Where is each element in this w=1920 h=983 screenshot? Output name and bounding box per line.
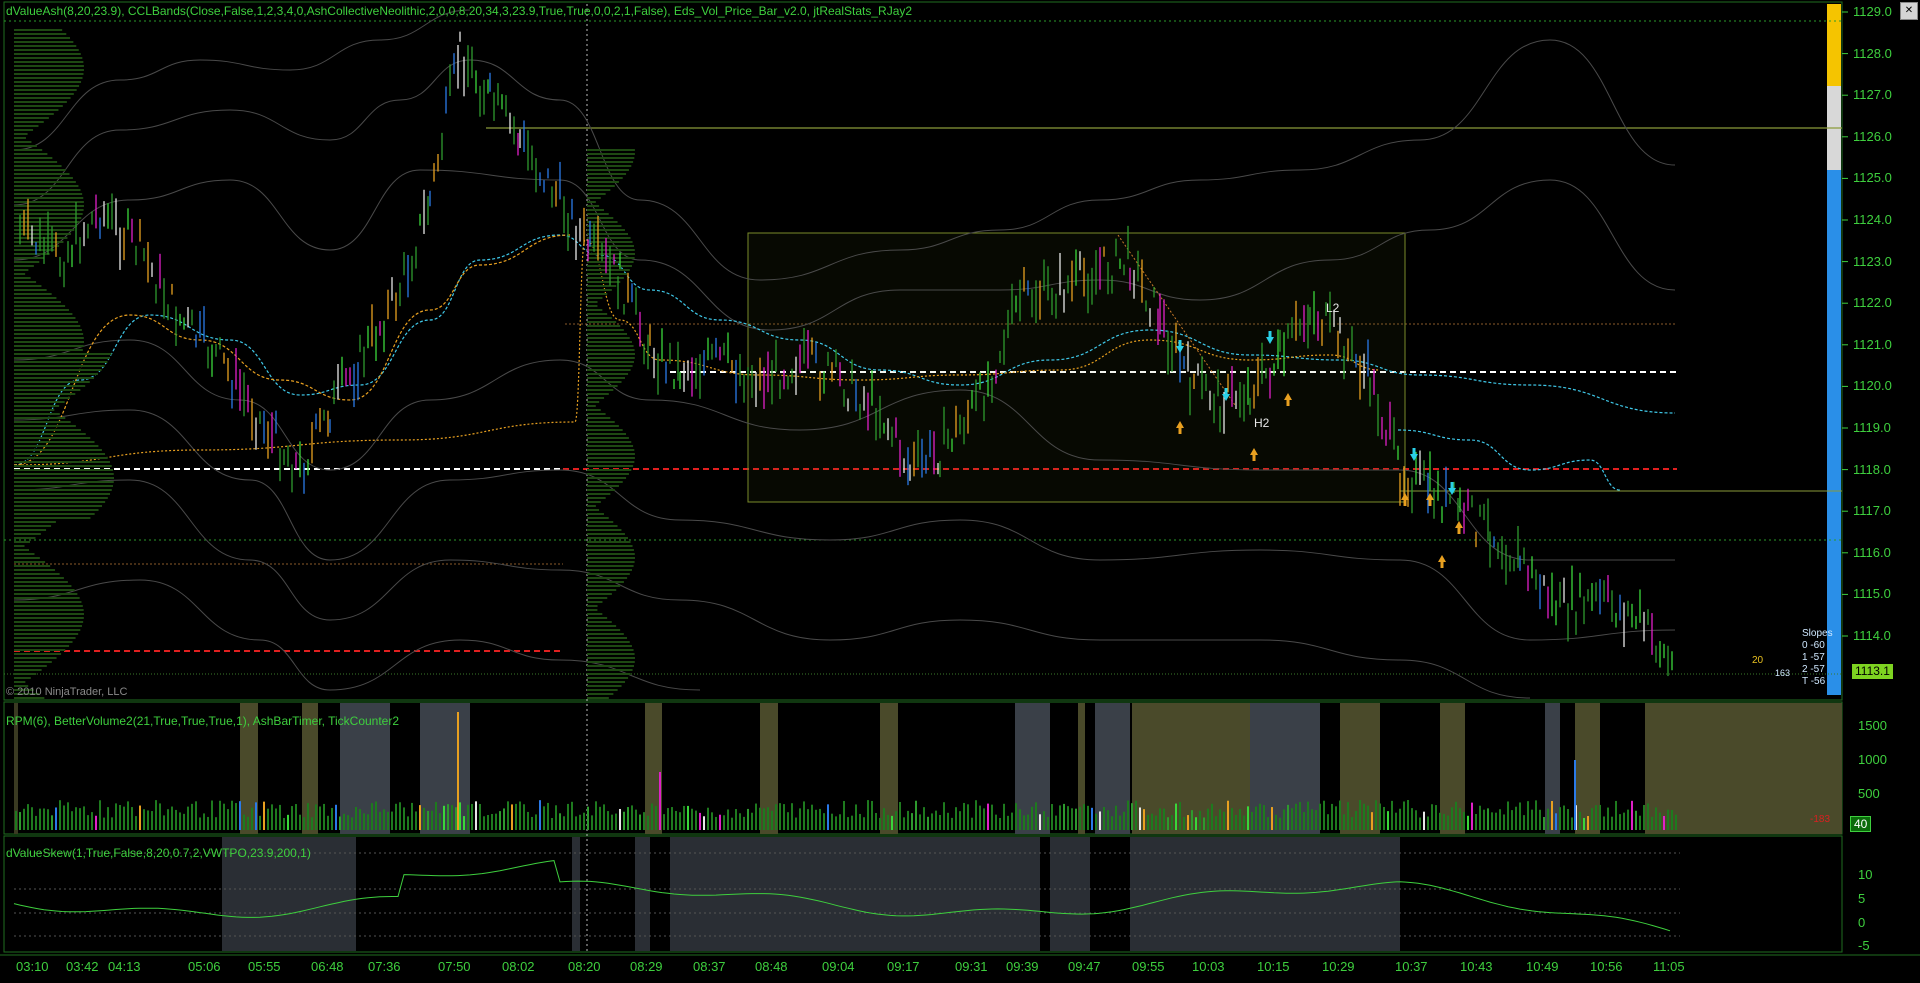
chart-canvas[interactable] bbox=[0, 0, 1920, 983]
slopes-row: 1 -57 bbox=[1802, 652, 1825, 663]
price-axis-tick: 1118.0 bbox=[1853, 461, 1891, 477]
slopes-box: Slopes 0 -60 1 -57 2 -57 T -56 bbox=[1802, 628, 1833, 688]
price-axis-tick: 1129.0 bbox=[1853, 4, 1892, 19]
buy-arrow-icon bbox=[1426, 493, 1434, 506]
time-axis-tick: 10:49 bbox=[1526, 959, 1559, 974]
price-axis-tick: 1117.0 bbox=[1853, 503, 1891, 519]
time-axis-tick: 08:20 bbox=[568, 959, 601, 974]
slopes-row: 2 -57 bbox=[1802, 664, 1825, 675]
buy-arrow-icon bbox=[1438, 555, 1446, 568]
gradient-segment bbox=[1827, 4, 1841, 86]
time-axis-tick: 07:36 bbox=[368, 959, 401, 974]
copyright-text: © 2010 NinjaTrader, LLC bbox=[6, 686, 128, 698]
gradient-segment bbox=[1827, 170, 1841, 695]
price-axis-tick: 1128.0 bbox=[1853, 45, 1892, 61]
time-axis-tick: 10:56 bbox=[1590, 959, 1623, 974]
last-price-tag: 1113.1 bbox=[1852, 664, 1893, 679]
time-axis-tick: 09:17 bbox=[887, 959, 920, 974]
ninjatrader-chart-window: dValueAsh(8,20,23.9), CCLBands(Close,Fal… bbox=[0, 0, 1920, 983]
volume-axis-tick: 500 bbox=[1858, 786, 1880, 801]
time-axis-tick: 03:10 bbox=[16, 959, 49, 974]
skew-axis-tick: 5 bbox=[1858, 891, 1866, 906]
price-axis-tick: 1119.0 bbox=[1853, 420, 1891, 435]
time-axis-tick: 10:43 bbox=[1460, 959, 1493, 974]
time-axis-tick: 09:55 bbox=[1132, 959, 1165, 974]
time-axis-tick: 08:29 bbox=[630, 959, 663, 974]
price-axis-tick: 1115.0 bbox=[1853, 586, 1891, 602]
time-axis-tick: 08:48 bbox=[755, 959, 788, 974]
lower-band-3 bbox=[13, 479, 1531, 699]
buy-arrow-icon bbox=[1455, 521, 1463, 534]
volume-panel-indicator-title[interactable]: RPM(6), BetterVolume2(21,True,True,True,… bbox=[6, 714, 399, 728]
skew-background-block bbox=[1050, 837, 1090, 951]
volume-axis-tick: 1500 bbox=[1858, 718, 1887, 733]
price-axis-tick: 1124.0 bbox=[1853, 212, 1892, 227]
sell-arrow-icon bbox=[1410, 448, 1418, 461]
time-axis-tick: 09:39 bbox=[1006, 959, 1039, 974]
skew-background-block bbox=[572, 837, 580, 951]
skew-axis-tick: -5 bbox=[1858, 938, 1870, 953]
price-axis-tick: 1126.0 bbox=[1853, 128, 1892, 144]
time-axis-tick: 05:55 bbox=[248, 959, 281, 974]
time-axis-tick: 04:13 bbox=[108, 959, 141, 974]
time-axis-tick: 10:03 bbox=[1192, 959, 1225, 974]
time-axis-tick: 08:37 bbox=[693, 959, 726, 974]
time-axis-tick: 07:50 bbox=[438, 959, 471, 974]
sell-arrow-icon bbox=[1448, 482, 1456, 495]
price-axis-tick: 1127.0 bbox=[1853, 87, 1892, 103]
slopes-row: 0 -60 bbox=[1802, 640, 1825, 651]
negative-value-tag: -183 bbox=[1810, 814, 1831, 825]
time-axis-tick: 09:04 bbox=[822, 959, 855, 974]
skew-axis-tick: 0 bbox=[1858, 915, 1866, 930]
price-axis-tick: 1116.0 bbox=[1853, 544, 1891, 560]
time-axis-tick: 10:29 bbox=[1322, 959, 1355, 974]
time-axis-tick: 06:48 bbox=[311, 959, 344, 974]
close-button[interactable]: ✕ bbox=[1900, 2, 1918, 20]
skew-background-block bbox=[1130, 837, 1400, 951]
time-axis-tick: 09:31 bbox=[955, 959, 988, 974]
price-axis-tick: 1114.0 bbox=[1853, 628, 1891, 643]
time-axis-tick: 11:05 bbox=[1653, 959, 1685, 974]
price-panel-indicator-title[interactable]: dValueAsh(8,20,23.9), CCLBands(Close,Fal… bbox=[6, 4, 912, 18]
h2-label: H2 bbox=[1254, 416, 1270, 430]
ema-line-tail bbox=[1397, 429, 1621, 491]
skew-axis-tick: 10 bbox=[1858, 867, 1873, 882]
price-axis-tick: 1122.0 bbox=[1853, 295, 1892, 311]
ema-orange-left bbox=[13, 234, 571, 466]
slopes-title: Slopes bbox=[1802, 628, 1833, 639]
skew-background-block bbox=[670, 837, 1040, 951]
slopes-row: T -56 bbox=[1802, 676, 1826, 687]
skew-panel-indicator-title[interactable]: dValueSkew(1,True,False,8,20,0.7,2,VWTPO… bbox=[6, 846, 311, 860]
time-axis-tick: 10:15 bbox=[1257, 959, 1290, 974]
time-axis-tick: 08:02 bbox=[502, 959, 535, 974]
time-axis-tick: 10:37 bbox=[1395, 959, 1428, 974]
price-axis-tick: 1125.0 bbox=[1853, 170, 1892, 186]
volume-axis-tick: 1000 bbox=[1858, 752, 1887, 767]
current-volume-tag: 40 bbox=[1850, 816, 1872, 832]
time-axis-tick: 05:06 bbox=[188, 959, 221, 974]
time-axis-tick: 09:47 bbox=[1068, 959, 1101, 974]
price-axis-tick: 1121.0 bbox=[1853, 336, 1892, 352]
time-axis-tick: 03:42 bbox=[66, 959, 99, 974]
small-number: 163 bbox=[1775, 668, 1791, 678]
price-axis-tick: 1123.0 bbox=[1853, 253, 1892, 269]
upper-band bbox=[13, 9, 471, 151]
l2-label: L2 bbox=[1326, 301, 1340, 315]
skew-background-block bbox=[635, 837, 650, 951]
price-axis-tick: 1120.0 bbox=[1853, 378, 1892, 394]
side-number: 20 bbox=[1752, 655, 1764, 666]
